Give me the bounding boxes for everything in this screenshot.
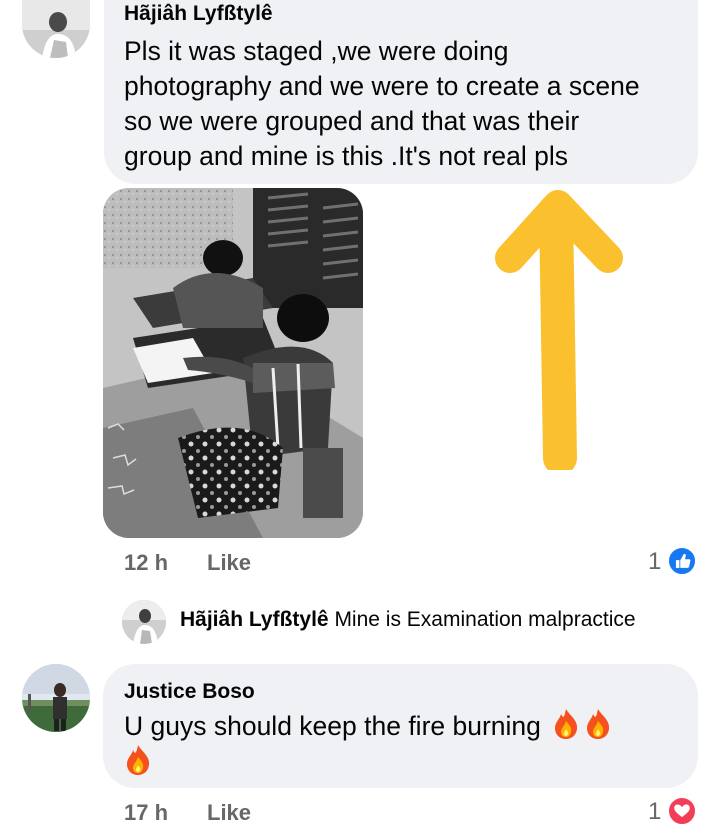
fire-emoji	[584, 708, 612, 740]
reaction-count[interactable]: 1	[648, 798, 661, 826]
comment-text: Pls it was staged ,we were doing photogr…	[124, 34, 694, 174]
comment-author[interactable]: Justice Boso	[124, 680, 255, 704]
commenter-avatar[interactable]	[22, 0, 90, 58]
reply-preview[interactable]: Hãjiâh Lyfßtylê Mine is Examination malp…	[180, 608, 636, 632]
comment-timestamp[interactable]: 12 h	[124, 550, 168, 576]
comment-text-line: group and mine is this .It's not real pl…	[124, 141, 569, 171]
comment-author[interactable]: Hãjiâh Lyfßtylê	[124, 2, 273, 26]
photo-image	[103, 188, 363, 538]
avatar-photo	[122, 600, 166, 644]
comment-text-line: photography and we were to create a scen…	[124, 71, 640, 101]
reaction-count[interactable]: 1	[648, 548, 661, 576]
fire-emoji	[124, 744, 152, 776]
like-button[interactable]: Like	[207, 800, 251, 826]
comment-timestamp[interactable]: 17 h	[124, 800, 168, 826]
fire-emoji	[552, 708, 580, 740]
commenter-avatar[interactable]	[22, 664, 90, 732]
comment-text-line: Pls it was staged ,we were doing	[124, 36, 509, 66]
reply-author: Hãjiâh Lyfßtylê	[180, 608, 329, 631]
arrow-annotation	[495, 190, 623, 470]
comment-text: U guys should keep the fire burning	[124, 708, 684, 779]
avatar-photo	[22, 664, 90, 732]
love-icon[interactable]	[667, 796, 697, 826]
comment-photo[interactable]	[103, 188, 363, 538]
reply-text: Mine is Examination malpractice	[334, 608, 636, 631]
like-icon[interactable]	[667, 546, 697, 576]
comment-text-line: so we were grouped and that was their	[124, 106, 580, 136]
reply-avatar[interactable]	[122, 600, 166, 644]
avatar-photo	[22, 0, 90, 58]
comment-text-line: U guys should keep the fire burning	[124, 711, 541, 741]
like-button[interactable]: Like	[207, 550, 251, 576]
